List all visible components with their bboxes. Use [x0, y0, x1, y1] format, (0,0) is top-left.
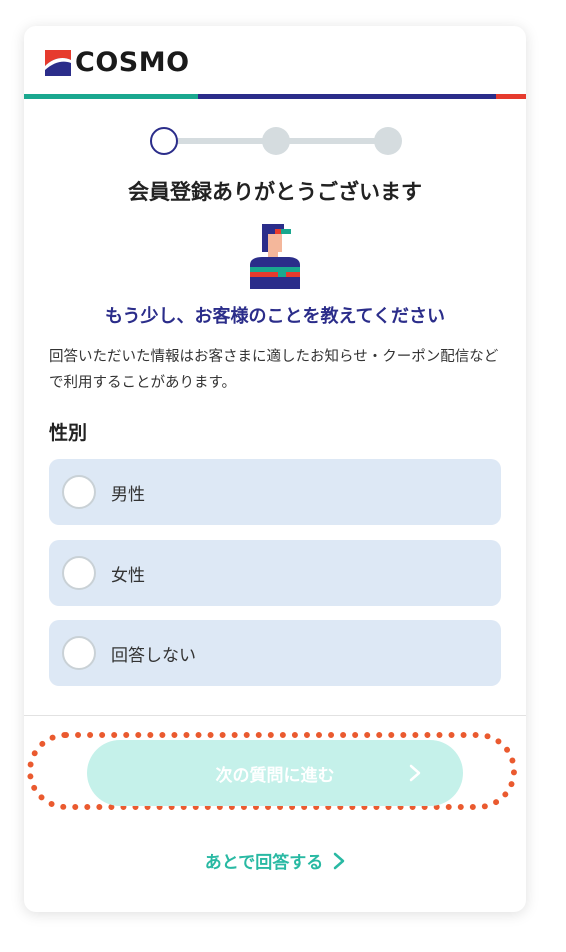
gender-option-male[interactable]: 男性 [49, 459, 501, 525]
next-question-label: 次の質問に進む [215, 765, 335, 786]
option-label: 回答しない [111, 645, 196, 666]
brand-color-bar [24, 94, 526, 99]
option-label: 男性 [111, 484, 145, 505]
step-2 [262, 127, 290, 155]
description-text: 回答いただいた情報はお客さまに適したお知らせ・クーポン配信などで利用することがあ… [49, 349, 499, 391]
step-3 [374, 127, 402, 155]
answer-later-label: あとで回答する [204, 853, 324, 873]
radio-button[interactable] [62, 475, 96, 509]
header: COSMO [24, 26, 526, 94]
progress-stepper [150, 126, 402, 156]
cosmo-logo-mark-icon [45, 50, 71, 76]
page-title: 会員登録ありがとうございます [128, 180, 422, 204]
gender-option-female[interactable]: 女性 [49, 540, 501, 606]
gender-option-no-answer[interactable]: 回答しない [49, 620, 501, 686]
radio-button[interactable] [62, 636, 96, 670]
option-label: 女性 [111, 565, 145, 586]
color-bar-red [496, 94, 526, 99]
cosmo-logo: COSMO [45, 48, 190, 78]
divider [24, 715, 526, 716]
chevron-right-icon [409, 764, 421, 782]
answer-later-link[interactable]: あとで回答する [24, 848, 526, 873]
next-question-button[interactable]: 次の質問に進む [87, 740, 463, 806]
staff-person-icon [250, 224, 300, 289]
color-bar-navy [198, 94, 496, 99]
color-bar-green [24, 94, 198, 99]
registration-card: COSMO 会員登録ありがとうございます もう少し、お客様のことを教えてください… [24, 26, 526, 912]
radio-button[interactable] [62, 556, 96, 590]
gender-question-label: 性別 [49, 422, 88, 444]
chevron-right-icon [333, 852, 345, 870]
brand-name: COSMO [75, 47, 190, 78]
subtitle: もう少し、お客様のことを教えてください [104, 306, 446, 327]
step-1-current [150, 127, 178, 155]
